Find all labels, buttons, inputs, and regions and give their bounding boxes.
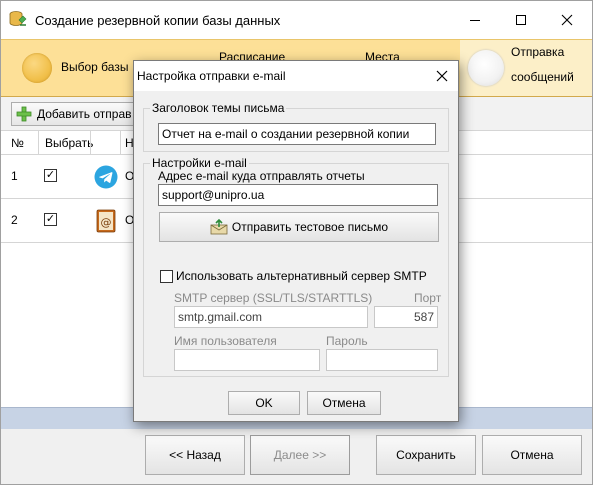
email-settings-dialog: Настройка отправки e-mail Заголовок темы… (133, 60, 459, 422)
dialog-title-bar: Настройка отправки e-mail (134, 61, 458, 91)
alt-smtp-label: Использовать альтернативный сервер SMTP (176, 269, 427, 283)
row-select-checkbox[interactable]: ✓ (44, 169, 57, 182)
save-button[interactable]: Сохранить (376, 435, 476, 475)
close-window-button[interactable] (545, 1, 589, 39)
dialog-close-icon[interactable] (434, 68, 450, 84)
password-input[interactable] (326, 349, 438, 371)
column-header-select: Выбрать (45, 136, 94, 150)
port-input[interactable]: 587 (374, 306, 438, 328)
subject-group-title: Заголовок темы письма (150, 101, 287, 115)
app-database-icon (9, 11, 27, 26)
username-label: Имя пользователя (174, 334, 277, 348)
back-button[interactable]: << Назад (145, 435, 245, 475)
alt-smtp-checkbox[interactable] (160, 270, 173, 283)
add-sender-button[interactable]: Добавить отправ (11, 102, 139, 126)
email-book-icon: @ (96, 209, 116, 233)
add-sender-label: Добавить отправ (37, 107, 132, 121)
username-input[interactable] (174, 349, 320, 371)
cancel-button[interactable]: Отмена (482, 435, 582, 475)
send-test-email-button[interactable]: Отправить тестовое письмо (159, 212, 439, 242)
maximize-icon (516, 15, 526, 25)
dialog-title: Настройка отправки e-mail (137, 69, 286, 83)
step-active-send: Отправка сообщений (460, 40, 592, 96)
dialog-ok-button[interactable]: OK (228, 391, 300, 415)
row-number: 2 (11, 213, 18, 227)
email-settings-groupbox: Настройки e-mail Адрес e-mail куда отпра… (143, 156, 449, 377)
step-label-database: Выбор базы (61, 60, 129, 74)
email-settings-title: Настройки e-mail (150, 156, 249, 170)
address-label: Адрес e-mail куда отправлять отчеты (158, 169, 365, 183)
subject-input[interactable]: Отчет на e-mail о создании резервной коп… (158, 123, 436, 145)
step-active-indicator-icon (468, 50, 504, 86)
telegram-icon (94, 165, 118, 189)
dialog-cancel-button[interactable]: Отмена (307, 391, 381, 415)
row-number: 1 (11, 169, 18, 183)
maximize-button[interactable] (499, 1, 543, 39)
port-label: Порт (414, 291, 442, 305)
minimize-icon (470, 19, 480, 21)
title-bar: Создание резервной копии базы данных (1, 1, 592, 39)
next-button[interactable]: Далее >> (250, 435, 350, 475)
window-title: Создание резервной копии базы данных (35, 13, 281, 28)
minimize-button[interactable] (453, 1, 497, 39)
password-label: Пароль (326, 334, 368, 348)
step-label-messages: сообщений (511, 70, 574, 84)
svg-text:@: @ (101, 216, 112, 229)
send-mail-icon (210, 219, 228, 235)
row-select-checkbox[interactable]: ✓ (44, 213, 57, 226)
add-plus-icon (16, 106, 32, 122)
subject-groupbox: Заголовок темы письма Отчет на e-mail о … (143, 101, 449, 152)
step-label-send: Отправка (511, 45, 565, 59)
wizard-buttons: << Назад Далее >> Сохранить Отмена (1, 429, 592, 484)
column-header-number: № (11, 136, 24, 150)
smtp-server-label: SMTP сервер (SSL/TLS/STARTTLS) (174, 291, 373, 305)
send-test-label: Отправить тестовое письмо (231, 220, 389, 234)
email-address-input[interactable]: support@unipro.ua (158, 184, 438, 206)
close-icon (561, 14, 573, 26)
smtp-server-input[interactable]: smtp.gmail.com (174, 306, 368, 328)
step-indicator-icon (22, 53, 52, 83)
